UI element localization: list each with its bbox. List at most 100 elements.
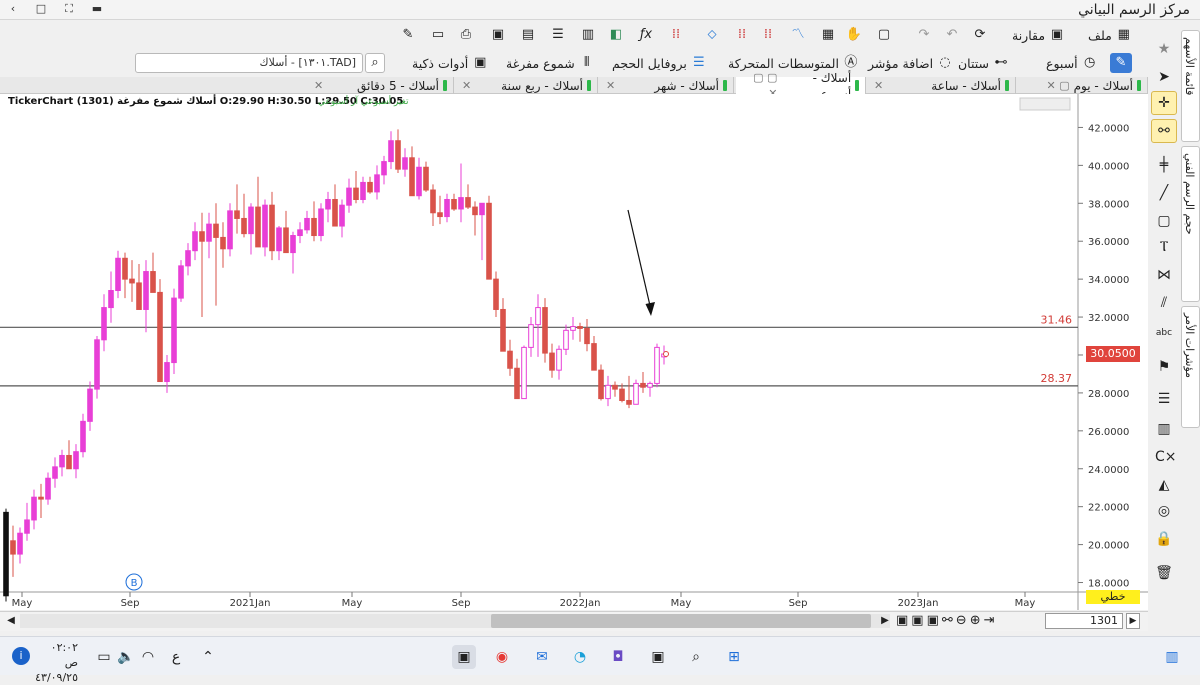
draw-pen-button[interactable]: ✎ xyxy=(1110,53,1132,73)
list-button[interactable]: ☰ xyxy=(550,25,566,45)
dots2-button[interactable]: ⁞⁞ xyxy=(760,25,776,45)
fullscreen-icon[interactable]: ⛶ xyxy=(56,0,82,19)
tickerchart-app-icon[interactable]: ▣ xyxy=(452,645,476,669)
cross-lines-icon[interactable]: ╪ xyxy=(1155,156,1173,174)
redo-button[interactable]: ↷ xyxy=(916,25,932,45)
trendline-icon[interactable]: ╱ xyxy=(1155,184,1173,202)
go-icon[interactable]: ▶ xyxy=(1126,613,1140,629)
link-button[interactable]: ⊶ ستتان xyxy=(958,53,1009,73)
file-button[interactable]: ▦ ملف xyxy=(1088,25,1132,45)
close-icon[interactable]: ✕ xyxy=(874,78,883,94)
system-clock[interactable]: ٠٢:٠٢ ص ٤٣/٠٩/٢٥ xyxy=(35,640,78,685)
smart-tools-button[interactable]: ▣ أدوات ذكية xyxy=(412,53,488,73)
video-icon[interactable]: ▬ xyxy=(84,0,110,19)
close-icon[interactable]: ✕ xyxy=(462,78,471,94)
eye-off-icon[interactable]: ◎ xyxy=(1155,502,1173,520)
list-icon[interactable]: ☰ xyxy=(1155,390,1173,408)
volume-profile-button[interactable]: ☰ بروفايل الحجم xyxy=(612,53,707,73)
period-button[interactable]: ◷ أسبوع xyxy=(1046,53,1098,73)
tab-quarterly[interactable]: أسلاك - ربع سنة ✕ xyxy=(456,77,598,94)
chrome-icon[interactable]: ◉ xyxy=(490,645,514,669)
cursor-icon[interactable]: ➤ xyxy=(1155,68,1173,86)
zoom-select-icon[interactable]: ▣ xyxy=(927,613,942,628)
language-indicator[interactable]: ع xyxy=(164,645,188,669)
search-taskbar-icon[interactable]: ⌕ xyxy=(684,645,708,669)
symbol-search-input[interactable]: [TAD.١٣٠١] - أسلاك xyxy=(135,53,363,73)
brush-button[interactable]: ⬦ xyxy=(704,25,720,45)
chart-area[interactable]: 42.0000 40.0000 38.0000 36.0000 34.0000 32.00… xyxy=(0,94,1148,610)
zoom-reset-icon[interactable]: ▣ xyxy=(896,613,911,628)
side-app-icon[interactable]: ▥ xyxy=(1160,645,1184,669)
screen-button[interactable]: ▭ xyxy=(430,25,446,45)
crosshair-icon[interactable]: ✛ xyxy=(1155,94,1173,112)
link-icon[interactable]: ⚯ xyxy=(1155,122,1173,140)
text-icon[interactable]: abc xyxy=(1155,324,1173,342)
end-icon[interactable]: ⇥ xyxy=(984,613,998,628)
chevron-up-icon[interactable]: ⌃ xyxy=(196,645,220,669)
scroll-left-icon[interactable]: ◀ xyxy=(4,614,18,628)
scale-type-button[interactable]: خطي xyxy=(1086,590,1140,604)
compare-button[interactable]: ▣ مقارنة xyxy=(1012,25,1065,45)
teams-chat-icon[interactable]: ◘ xyxy=(606,645,630,669)
tab-hourly[interactable]: أسلاك - ساعة ✕ xyxy=(868,77,1016,94)
tab-5min[interactable]: أسلاك - 5 دقائق ✕ xyxy=(308,77,454,94)
rectangle-icon[interactable]: ▢ xyxy=(1155,212,1173,230)
fib-icon[interactable]: ⫽ xyxy=(1155,294,1173,312)
grid-button[interactable]: ⁞⁞ xyxy=(668,25,684,45)
zoom-out-icon[interactable]: ⊖ xyxy=(956,613,970,628)
edge-icon[interactable]: ◔ xyxy=(568,645,592,669)
tab-weekly[interactable]: أسلاك - أسبوع ▢ ▢ ✕ xyxy=(736,71,866,101)
zoom-in-icon[interactable]: ⊕ xyxy=(970,613,984,628)
maximize-icon[interactable]: □ xyxy=(28,0,54,19)
tab-monthly[interactable]: أسلاك - شهر ✕ xyxy=(600,77,734,94)
hand-button[interactable]: ✋ xyxy=(846,25,862,45)
vtab-order-indicators[interactable]: مؤشرات الأمر xyxy=(1181,306,1200,428)
paint-tool-button[interactable]: ✎ xyxy=(400,25,416,45)
hollow-candles-button[interactable]: ⫴ شموع مفرغة xyxy=(506,53,595,73)
formula-button[interactable]: ƒx xyxy=(638,25,654,45)
start-icon[interactable]: ⊞ xyxy=(722,645,746,669)
vtab-stock-list[interactable]: قائمة الأسهم xyxy=(1181,30,1200,142)
zoom-fit-icon[interactable]: ▣ xyxy=(911,613,926,628)
close-icon[interactable]: ✕ xyxy=(606,78,615,94)
lock-icon[interactable]: 🔒 xyxy=(1155,530,1173,548)
notification-icon[interactable]: i xyxy=(12,647,30,665)
pattern-icon[interactable]: ⋈ xyxy=(1155,266,1173,284)
dots-button[interactable]: ⁞⁞ xyxy=(734,25,750,45)
tab-daily[interactable]: أسلاك - يوم ▢ ✕ xyxy=(1018,77,1148,94)
line-chart-button[interactable]: 〽 xyxy=(790,25,806,45)
stats-button[interactable]: ▦ xyxy=(820,25,836,45)
speaker-icon[interactable]: 🔈 xyxy=(114,645,138,669)
tab-controls-icon[interactable]: ▢ ✕ xyxy=(1047,78,1070,94)
zoom-controls[interactable]: ▣▣▣⚯⊖⊕⇥ xyxy=(896,612,1042,630)
star-icon[interactable]: ★ xyxy=(1155,40,1173,58)
link-zoom-icon[interactable]: ⚯ xyxy=(942,613,956,628)
cx-icon[interactable]: C× xyxy=(1155,448,1177,466)
scrollbar-thumb[interactable] xyxy=(491,614,871,628)
scroll-right-icon[interactable]: ▶ xyxy=(878,614,892,628)
calc-icon[interactable]: ▥ xyxy=(1155,420,1173,438)
bars-count-input[interactable]: 1301 xyxy=(1045,613,1123,629)
add-indicator-button[interactable]: ◌ اضافة مؤشر xyxy=(868,53,953,73)
channel-icon[interactable]: Ⲧ xyxy=(1155,238,1173,256)
print-button[interactable]: ⎙ xyxy=(458,25,474,45)
fill-icon[interactable]: ◭ xyxy=(1155,476,1173,494)
mail-icon[interactable]: ✉ xyxy=(530,645,554,669)
undo-button[interactable]: ↶ xyxy=(944,25,960,45)
price-chart[interactable]: 42.0000 40.0000 38.0000 36.0000 34.0000 32.00… xyxy=(0,94,1148,610)
back-icon[interactable]: ‹ xyxy=(0,0,26,19)
candle-body xyxy=(542,307,548,354)
wifi-icon[interactable]: ◠ xyxy=(136,645,160,669)
close-icon[interactable]: ✕ xyxy=(314,78,323,94)
window-button[interactable]: ▢ xyxy=(876,25,892,45)
task-view-icon[interactable]: ▣ xyxy=(646,645,670,669)
save-button[interactable]: ▣ xyxy=(490,25,506,45)
vtab-chart-size[interactable]: حجم الرسم الفني xyxy=(1181,146,1200,302)
search-button[interactable]: ⌕ xyxy=(365,53,385,73)
table-button[interactable]: ▤ xyxy=(520,25,536,45)
color-button[interactable]: ◧ xyxy=(608,25,624,45)
flag-icon[interactable]: ⚑ xyxy=(1155,358,1173,376)
trash-icon[interactable]: 🗑 xyxy=(1155,564,1173,582)
bars-button[interactable]: ▥ xyxy=(580,25,596,45)
refresh-button[interactable]: ⟳ xyxy=(972,25,988,45)
